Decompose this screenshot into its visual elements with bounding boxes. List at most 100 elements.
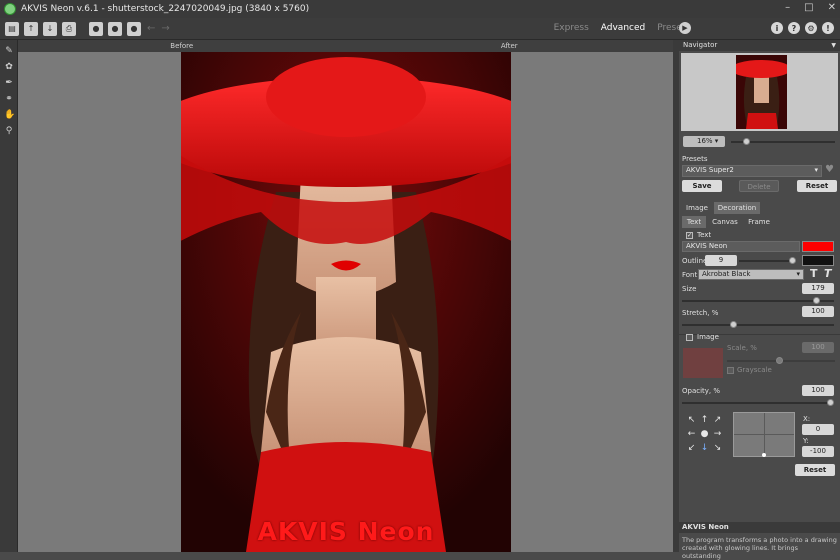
text-check-label: Text xyxy=(697,231,712,239)
size-value[interactable]: 179 xyxy=(802,283,834,294)
arrow-left-icon[interactable]: ← xyxy=(685,427,698,441)
center-dot-icon[interactable]: ● xyxy=(698,427,711,441)
y-value[interactable]: -100 xyxy=(802,446,834,457)
navigator-thumbnail xyxy=(736,55,787,129)
grayscale-checkbox[interactable] xyxy=(727,367,734,374)
grayscale-label: Grayscale xyxy=(737,366,772,374)
stretch-slider[interactable] xyxy=(682,324,834,326)
info-icon[interactable]: i xyxy=(771,22,783,34)
arrow-down-left-icon[interactable]: ↙ xyxy=(685,441,698,455)
arrow-down-icon[interactable]: ↓ xyxy=(698,441,711,455)
text-checkbox[interactable]: ✓ xyxy=(686,232,693,239)
scale-slider-knob[interactable] xyxy=(776,357,783,364)
text-color-swatch[interactable] xyxy=(802,241,834,252)
open-file-icon[interactable]: ↑ xyxy=(24,21,38,36)
y-label: Y: xyxy=(803,437,809,445)
arrow-right-icon[interactable]: → xyxy=(711,427,724,441)
settings-panel: Navigator ▼ 16% ▾ Presets AKVIS Super2 ▾ … xyxy=(679,40,840,560)
batch-icon[interactable]: ● xyxy=(89,21,103,36)
plugin-icon[interactable]: ● xyxy=(127,21,141,36)
before-after-tabs: Before After xyxy=(18,40,673,52)
title-bar: AKVIS Neon v.6.1 - shutterstock_22470200… xyxy=(0,0,840,18)
opacity-label: Opacity, % xyxy=(682,387,721,395)
save-file-icon[interactable]: ↓ xyxy=(43,21,57,36)
presets-label: Presets xyxy=(682,155,708,163)
minimize-icon[interactable]: – xyxy=(785,2,790,13)
arrow-up-right-icon[interactable]: ↗ xyxy=(711,413,724,427)
opacity-slider-knob[interactable] xyxy=(827,399,834,406)
gear-icon[interactable]: ⚙ xyxy=(805,22,817,34)
mode-express[interactable]: Express xyxy=(554,23,589,33)
x-label: X: xyxy=(803,415,811,423)
font-select[interactable]: Akrobat Black ▾ xyxy=(698,269,804,280)
zoom-select[interactable]: 16% ▾ xyxy=(683,136,725,147)
zoom-icon[interactable]: ⚲ xyxy=(4,126,14,136)
tab-after[interactable]: After xyxy=(346,40,674,52)
main-toolbar: ▤ ↑ ↓ ⎙ ● ● ● ← → Express Advanced Prese… xyxy=(0,18,840,40)
position-grid[interactable] xyxy=(733,412,795,457)
arrow-up-left-icon[interactable]: ↖ xyxy=(685,413,698,427)
description-text: The program transforms a photo into a dr… xyxy=(682,536,837,560)
navigator-header: Navigator ▼ xyxy=(679,40,840,51)
workspace-icon[interactable]: ▤ xyxy=(5,21,19,36)
eyedropper-icon[interactable]: ✒ xyxy=(4,78,14,88)
navigator-preview[interactable] xyxy=(681,53,838,131)
stretch-slider-knob[interactable] xyxy=(729,321,737,328)
effect-brush-icon[interactable]: ✿ xyxy=(4,62,14,72)
opacity-value[interactable]: 100 xyxy=(802,385,834,396)
description-title: AKVIS Neon xyxy=(679,522,840,533)
opacity-slider[interactable] xyxy=(682,402,834,404)
close-icon[interactable]: ✕ xyxy=(828,2,836,13)
delete-preset-button[interactable]: Delete xyxy=(739,180,779,192)
subtab-canvas[interactable]: Canvas xyxy=(709,216,741,228)
position-marker[interactable] xyxy=(762,453,766,457)
italic-icon[interactable]: T xyxy=(824,267,832,280)
zoom-row: 16% ▾ xyxy=(679,133,840,151)
zoom-slider-knob[interactable] xyxy=(742,138,750,145)
size-slider-knob[interactable] xyxy=(812,297,820,304)
preset-select[interactable]: AKVIS Super2 ▾ xyxy=(682,165,822,177)
stretch-value[interactable]: 100 xyxy=(802,306,834,317)
left-toolbar: ✎ ✿ ✒ ⚭ ✋ ⚲ xyxy=(0,40,18,552)
reset-preset-button[interactable]: Reset xyxy=(797,180,837,192)
heart-icon[interactable]: ♥ xyxy=(825,164,834,175)
undo-icon[interactable]: ← xyxy=(147,23,155,34)
size-slider[interactable] xyxy=(682,300,834,302)
outline-slider[interactable] xyxy=(739,260,795,262)
tab-decoration[interactable]: Decoration xyxy=(714,202,760,214)
subtab-frame[interactable]: Frame xyxy=(745,216,773,228)
tab-image[interactable]: Image xyxy=(682,202,712,214)
stretch-label: Stretch, % xyxy=(682,309,719,317)
chevron-down-icon[interactable]: ▼ xyxy=(831,40,836,51)
outline-value[interactable]: 9 xyxy=(705,255,737,266)
maximize-icon[interactable]: □ xyxy=(804,2,813,13)
outline-color-swatch[interactable] xyxy=(802,255,834,266)
save-preset-button[interactable]: Save xyxy=(682,180,722,192)
help-icon[interactable]: ? xyxy=(788,22,800,34)
outline-slider-knob[interactable] xyxy=(789,257,796,264)
x-value[interactable]: 0 xyxy=(802,424,834,435)
texture-thumbnail[interactable] xyxy=(683,348,723,378)
play-icon[interactable]: ▶ xyxy=(679,22,691,34)
text-input[interactable]: AKVIS Neon xyxy=(682,241,800,252)
window-title: AKVIS Neon v.6.1 - shutterstock_22470200… xyxy=(21,4,310,14)
message-icon[interactable]: ! xyxy=(822,22,834,34)
print-icon[interactable]: ⎙ xyxy=(62,21,76,36)
processed-photo[interactable]: AKVIS Neon xyxy=(181,52,511,552)
lasso-icon[interactable]: ⚭ xyxy=(4,94,14,104)
arrow-up-icon[interactable]: ↑ xyxy=(698,413,711,427)
brush-icon[interactable]: ✎ xyxy=(4,46,14,56)
tab-before[interactable]: Before xyxy=(18,40,346,52)
image-check-label: Image xyxy=(697,333,719,341)
hand-icon[interactable]: ✋ xyxy=(4,110,15,120)
redo-icon[interactable]: → xyxy=(161,23,169,34)
image-checkbox[interactable] xyxy=(686,334,693,341)
arrow-down-right-icon[interactable]: ↘ xyxy=(711,441,724,455)
reset-position-button[interactable]: Reset xyxy=(795,464,835,476)
navigator-title: Navigator xyxy=(683,41,718,49)
mode-advanced[interactable]: Advanced xyxy=(601,23,645,33)
share-icon[interactable]: ● xyxy=(108,21,122,36)
subtab-text[interactable]: Text xyxy=(682,216,706,228)
scale-value[interactable]: 100 xyxy=(802,342,834,353)
bold-icon[interactable]: T xyxy=(810,267,818,280)
